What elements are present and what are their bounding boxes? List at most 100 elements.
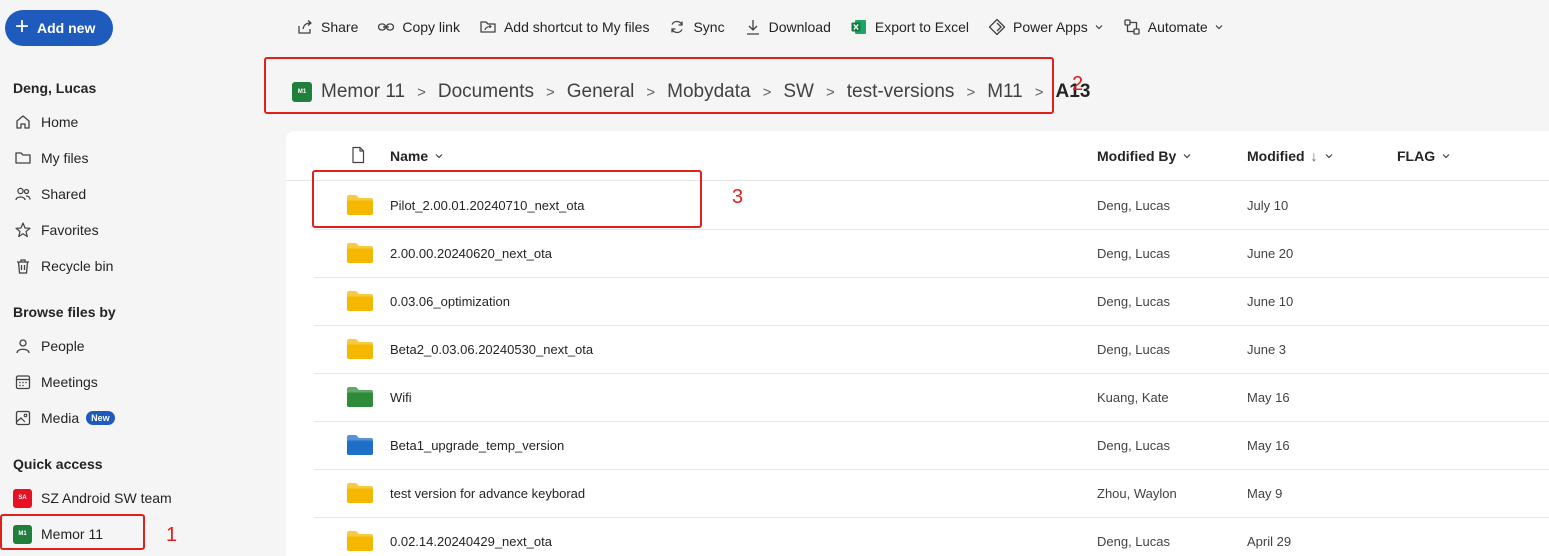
file-row[interactable]: 0.02.14.20240429_next_ota Deng, Lucas Apri… bbox=[314, 518, 1549, 556]
download-button[interactable]: Download bbox=[743, 17, 831, 37]
add-new-label: Add new bbox=[37, 20, 96, 36]
add-new-button[interactable]: + Add new bbox=[5, 10, 113, 46]
file-name[interactable]: 0.02.14.20240429_next_ota bbox=[390, 518, 552, 556]
download-icon bbox=[743, 17, 763, 37]
nav-recycle-bin-label: Recycle bin bbox=[41, 258, 114, 274]
column-header-modified-by-label: Modified By bbox=[1097, 148, 1177, 164]
link-icon bbox=[376, 17, 396, 37]
nav-my-files-label: My files bbox=[41, 150, 89, 166]
file-modified-by: Kuang, Kate bbox=[1097, 390, 1169, 405]
share-button[interactable]: Share bbox=[295, 17, 358, 37]
nav-favorites-label: Favorites bbox=[41, 222, 99, 238]
file-modified-date: April 29 bbox=[1247, 534, 1292, 549]
user-name: Deng, Lucas bbox=[13, 80, 97, 96]
automate-label: Automate bbox=[1147, 19, 1208, 35]
person-icon bbox=[13, 336, 33, 356]
file-modified-date: May 16 bbox=[1247, 438, 1290, 453]
file-type-header-icon[interactable] bbox=[350, 146, 366, 164]
column-header-flag[interactable]: FLAG bbox=[1397, 148, 1451, 164]
browse-media[interactable]: Media New bbox=[13, 406, 115, 430]
column-header-name[interactable]: Name bbox=[390, 148, 444, 164]
file-row[interactable]: Beta1_upgrade_temp_version Deng, Lucas May… bbox=[314, 422, 1549, 470]
column-header-modified-label: Modified bbox=[1247, 148, 1305, 164]
file-modified-by: Deng, Lucas bbox=[1097, 246, 1170, 261]
file-modified-by: Deng, Lucas bbox=[1097, 294, 1170, 309]
home-icon bbox=[13, 112, 33, 132]
file-name[interactable]: Beta2_0.03.06.20240530_next_ota bbox=[390, 326, 593, 373]
folder-icon bbox=[346, 482, 374, 504]
folder-icon bbox=[346, 434, 374, 456]
browse-heading: Browse files by bbox=[13, 304, 116, 320]
nav-my-files[interactable]: My files bbox=[13, 146, 88, 170]
add-shortcut-label: Add shortcut to My files bbox=[503, 19, 650, 35]
folder-icon bbox=[346, 242, 374, 264]
excel-icon bbox=[849, 17, 869, 37]
folder-icon bbox=[346, 290, 374, 312]
column-header-name-label: Name bbox=[390, 148, 429, 164]
copy-link-button[interactable]: Copy link bbox=[376, 17, 460, 37]
column-header-modified-by[interactable]: Modified By bbox=[1097, 148, 1192, 164]
annotation-box-1 bbox=[0, 514, 145, 550]
chevron-down-icon bbox=[1441, 148, 1451, 164]
nav-shared[interactable]: Shared bbox=[13, 182, 86, 206]
browse-media-label: Media bbox=[41, 410, 80, 426]
automate-icon bbox=[1122, 17, 1142, 37]
chevron-down-icon bbox=[434, 148, 444, 164]
file-modified-date: June 20 bbox=[1247, 246, 1294, 261]
file-modified-by: Deng, Lucas bbox=[1097, 534, 1170, 549]
file-row[interactable]: 0.03.06_optimization Deng, Lucas June 10 bbox=[314, 278, 1549, 326]
chevron-down-icon bbox=[1094, 19, 1104, 35]
annotation-box-3 bbox=[312, 170, 702, 228]
file-row[interactable]: Wifi Kuang, Kate May 16 bbox=[314, 374, 1549, 422]
sync-icon bbox=[667, 17, 687, 37]
copy-link-label: Copy link bbox=[402, 19, 460, 35]
add-shortcut-button[interactable]: Add shortcut to My files bbox=[478, 17, 650, 37]
star-icon bbox=[13, 220, 33, 240]
file-name[interactable]: Beta1_upgrade_temp_version bbox=[390, 422, 564, 469]
browse-meetings[interactable]: Meetings bbox=[13, 370, 98, 394]
file-modified-by: Deng, Lucas bbox=[1097, 438, 1170, 453]
file-modified-by: Deng, Lucas bbox=[1097, 198, 1170, 213]
calendar-icon bbox=[13, 372, 33, 392]
folder-icon bbox=[346, 386, 374, 408]
nav-favorites[interactable]: Favorites bbox=[13, 218, 99, 242]
share-icon bbox=[295, 17, 315, 37]
folder-icon bbox=[346, 338, 374, 360]
nav-home[interactable]: Home bbox=[13, 110, 78, 134]
file-modified-date: June 10 bbox=[1247, 294, 1294, 309]
powerapps-icon bbox=[987, 17, 1007, 37]
file-name[interactable]: Wifi bbox=[390, 374, 412, 421]
file-name[interactable]: test version for advance keyborad bbox=[390, 470, 585, 517]
file-row[interactable]: Beta2_0.03.06.20240530_next_ota Deng, Luc… bbox=[314, 326, 1549, 374]
file-row[interactable]: test version for advance keyborad Zhou, W… bbox=[314, 470, 1549, 518]
browse-people-label: People bbox=[41, 338, 85, 354]
nav-recycle-bin[interactable]: Recycle bin bbox=[13, 254, 113, 278]
file-modified-date: May 9 bbox=[1247, 486, 1283, 501]
column-header-modified[interactable]: Modified ↓ bbox=[1247, 148, 1334, 164]
automate-button[interactable]: Automate bbox=[1122, 17, 1224, 37]
file-row[interactable]: 2.00.00.20240620_next_ota Deng, Lucas June… bbox=[314, 230, 1549, 278]
quick-site-sz-android[interactable]: SA SZ Android SW team bbox=[13, 486, 172, 510]
command-bar: Share Copy link Add shortcut to My files… bbox=[285, 12, 1232, 42]
file-modified-by: Zhou, Waylon bbox=[1097, 486, 1177, 501]
share-label: Share bbox=[321, 19, 359, 35]
folder-icon bbox=[13, 148, 33, 168]
export-excel-button[interactable]: Export to Excel bbox=[849, 17, 969, 37]
folder-icon bbox=[346, 530, 374, 552]
chevron-down-icon bbox=[1182, 148, 1192, 164]
file-name[interactable]: 2.00.00.20240620_next_ota bbox=[390, 230, 552, 277]
image-icon bbox=[13, 408, 33, 428]
power-apps-button[interactable]: Power Apps bbox=[987, 17, 1104, 37]
file-modified-date: July 10 bbox=[1247, 198, 1289, 213]
sync-button[interactable]: Sync bbox=[667, 17, 725, 37]
site-sa-icon: SA bbox=[13, 488, 32, 508]
download-label: Download bbox=[768, 19, 831, 35]
quick-site-sz-android-label: SZ Android SW team bbox=[41, 490, 172, 506]
sync-label: Sync bbox=[693, 19, 725, 35]
left-sidebar: + Add new Deng, Lucas Home My files Shar… bbox=[0, 0, 270, 556]
chevron-down-icon bbox=[1214, 19, 1224, 35]
quick-access-heading: Quick access bbox=[13, 456, 103, 472]
browse-people[interactable]: People bbox=[13, 334, 85, 358]
file-name[interactable]: 0.03.06_optimization bbox=[390, 278, 510, 325]
file-modified-by: Deng, Lucas bbox=[1097, 342, 1170, 357]
